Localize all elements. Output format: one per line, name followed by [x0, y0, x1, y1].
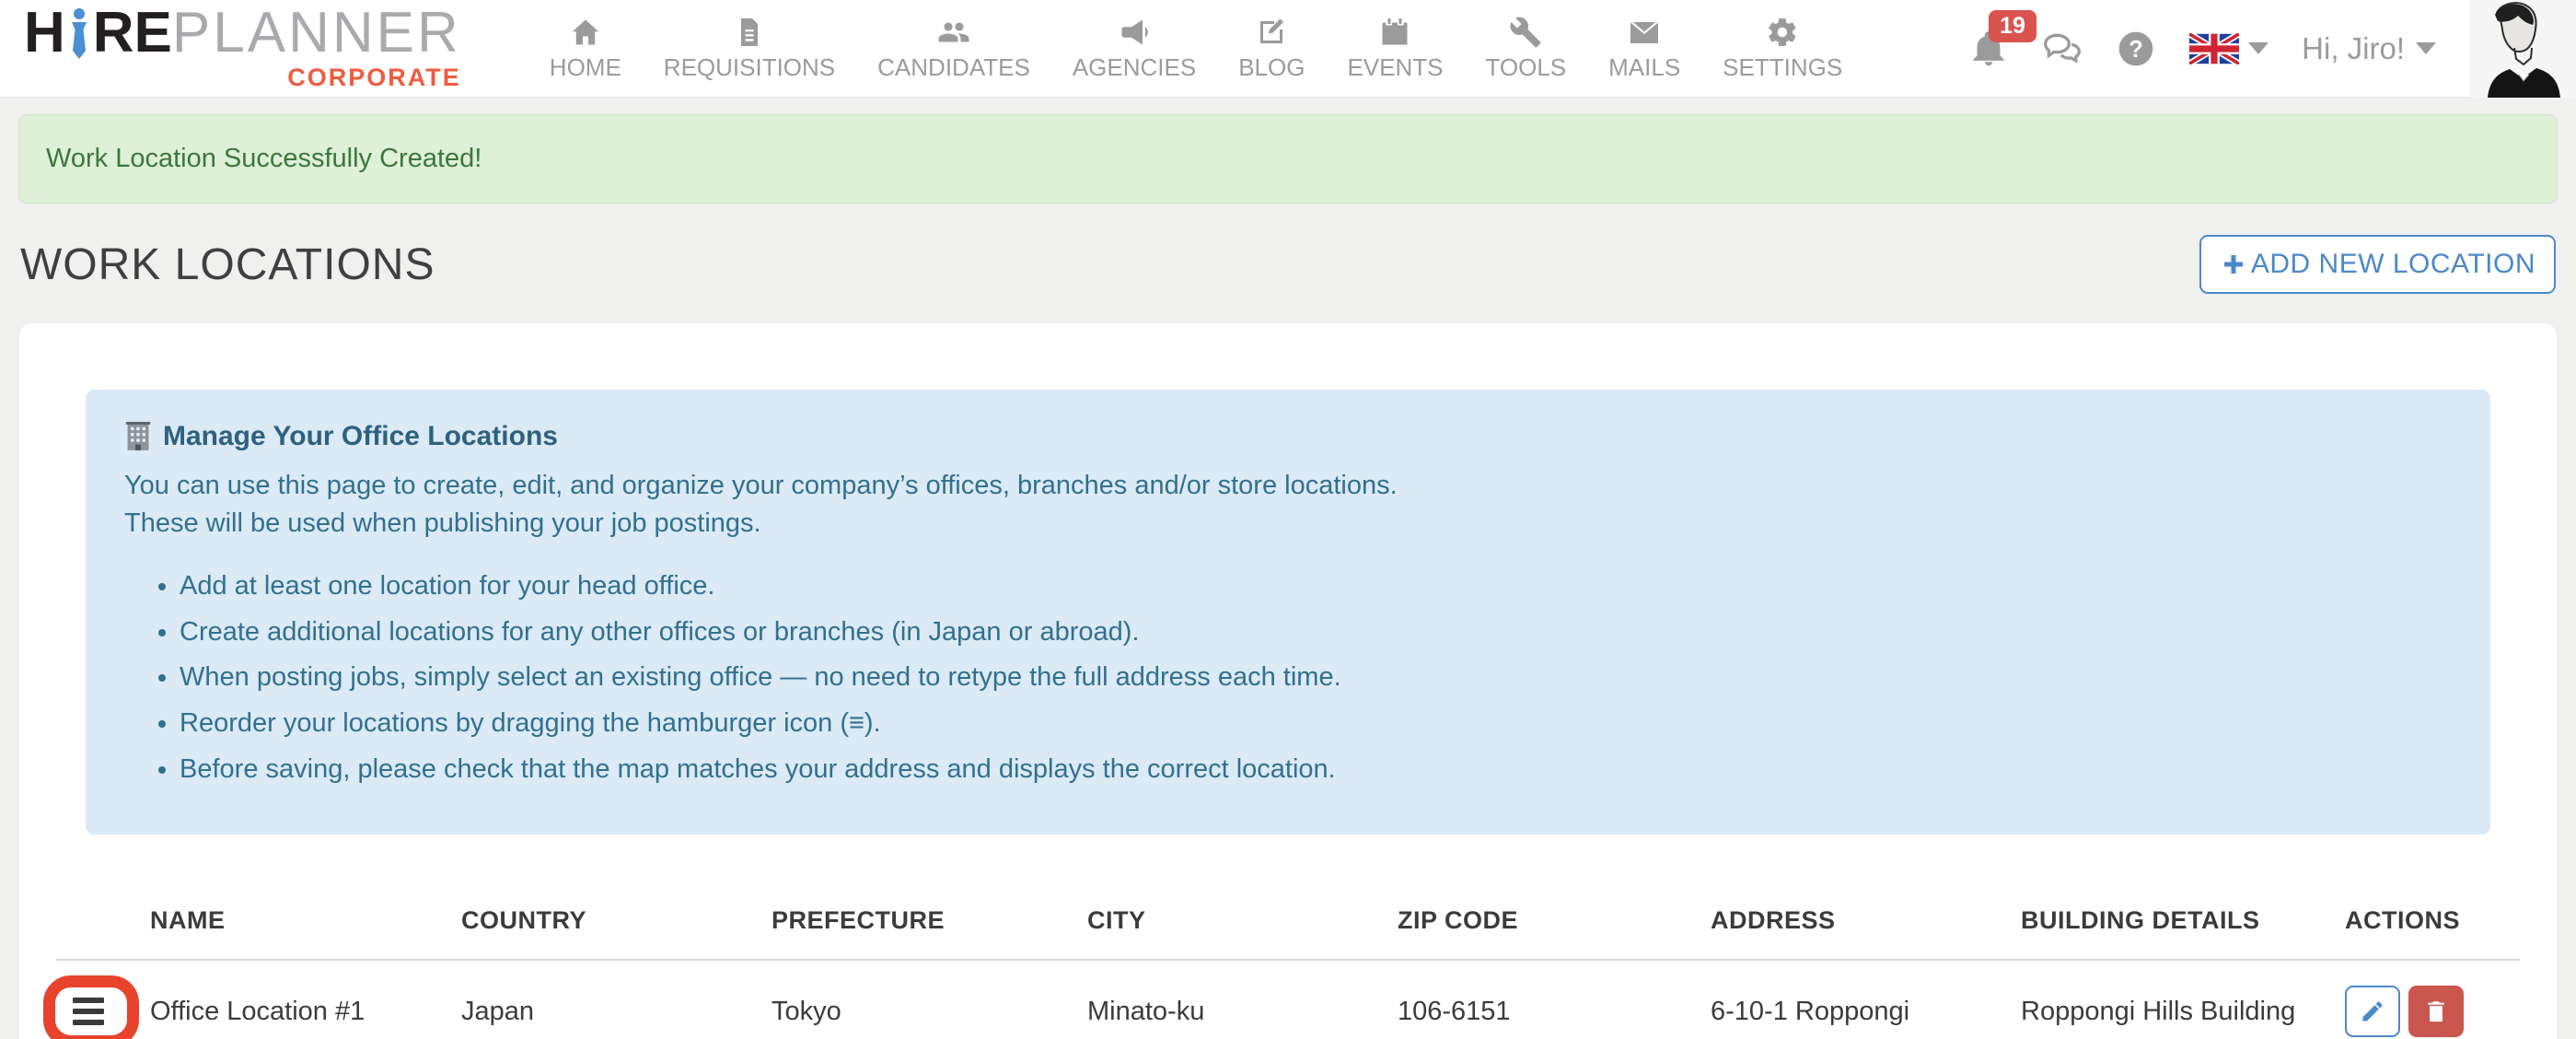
info-box-intro-line-1: You can use this page to create, edit, a…: [124, 467, 2452, 505]
trash-icon: [2423, 998, 2449, 1024]
col-header-city: CITY: [1078, 892, 1388, 960]
col-header-actions: ACTIONS: [2336, 892, 2520, 960]
info-bullet: Create additional locations for any othe…: [180, 613, 2452, 651]
hireplanner-logo[interactable]: H RE PLANNER CORPORATE: [24, 5, 461, 92]
col-header-country: COUNTRY: [452, 892, 762, 960]
messages-button[interactable]: [2042, 29, 2083, 69]
nav-item-home[interactable]: HOME: [550, 16, 621, 82]
cell-prefecture: Tokyo: [762, 960, 1078, 1039]
col-header-building: BUILDING DETAILS: [2012, 892, 2336, 960]
nav-label: AGENCIES: [1073, 53, 1196, 82]
plus-icon: [2220, 251, 2247, 278]
logo-text-h: H: [24, 5, 65, 62]
greeting-text: Hi, Jiro!: [2302, 31, 2405, 66]
cell-name: Office Location #1: [141, 960, 452, 1039]
home-icon: [569, 16, 602, 49]
info-bullet: Before saving, please check that the map…: [180, 751, 2452, 788]
pencil-square-icon: [1255, 16, 1288, 49]
info-box-intro-line-2: These will be used when publishing your …: [124, 505, 2452, 543]
nav-item-tools[interactable]: TOOLS: [1485, 16, 1566, 82]
help-button[interactable]: ?: [2116, 29, 2156, 69]
building-icon: [124, 422, 152, 451]
avatar-portrait: [2469, 0, 2576, 98]
cell-actions: [2336, 960, 2520, 1039]
uk-flag-icon: [2189, 33, 2239, 64]
nav-label: EVENTS: [1347, 53, 1443, 82]
table-header-row: NAME COUNTRY PREFECTURE CITY ZIP CODE AD…: [56, 892, 2520, 960]
col-header-drag: [56, 892, 141, 960]
page-head: WORK LOCATIONS ADD NEW LOCATION: [0, 235, 2576, 294]
top-header: H RE PLANNER CORPORATE HOME REQUISITIONS…: [0, 0, 2576, 98]
nav-label: MAILS: [1608, 53, 1680, 82]
delete-location-button[interactable]: [2408, 986, 2464, 1037]
info-bullet: When posting jobs, simply select an exis…: [180, 659, 2452, 696]
nav-label: BLOG: [1238, 53, 1305, 82]
main-nav: HOME REQUISITIONS CANDIDATES AGENCIES BL…: [550, 16, 1842, 82]
notifications-button[interactable]: 19: [1968, 29, 2009, 69]
chevron-down-icon: [2416, 42, 2436, 54]
nav-label: CANDIDATES: [877, 53, 1030, 82]
logo-tagline: CORPORATE: [287, 64, 461, 92]
logo-text-planner: PLANNER: [172, 5, 461, 62]
table-row: Office Location #1 Japan Tokyo Minato-ku…: [56, 960, 2520, 1039]
add-new-location-button[interactable]: ADD NEW LOCATION: [2199, 235, 2556, 294]
nav-item-mails[interactable]: MAILS: [1608, 16, 1680, 82]
nav-label: TOOLS: [1485, 53, 1566, 82]
col-header-prefecture: PREFECTURE: [762, 892, 1078, 960]
locations-table: NAME COUNTRY PREFECTURE CITY ZIP CODE AD…: [56, 892, 2520, 1039]
wrench-icon: [1509, 16, 1542, 49]
cell-zip: 106-6151: [1388, 960, 1701, 1039]
megaphone-icon: [1118, 16, 1151, 49]
chat-bubbles-icon: [2042, 29, 2083, 69]
logo-wordmark: H RE PLANNER: [24, 5, 461, 62]
topbar-right: 19 ? Hi, Jiro!: [1968, 0, 2576, 98]
gear-icon: [1766, 16, 1799, 49]
info-box-heading: Manage Your Office Locations: [124, 417, 2452, 456]
user-avatar[interactable]: [2469, 0, 2576, 98]
tie-icon: [67, 8, 91, 62]
work-locations-card: Manage Your Office Locations You can use…: [19, 323, 2557, 1039]
edit-location-button[interactable]: [2345, 986, 2400, 1037]
nav-item-requisitions[interactable]: REQUISITIONS: [664, 16, 835, 82]
document-icon: [733, 16, 766, 49]
nav-item-settings[interactable]: SETTINGS: [1723, 16, 1842, 82]
add-new-location-label: ADD NEW LOCATION: [2251, 249, 2535, 280]
drag-handle-icon[interactable]: [73, 998, 104, 1025]
users-icon: [937, 16, 970, 49]
nav-item-candidates[interactable]: CANDIDATES: [877, 16, 1030, 82]
nav-item-agencies[interactable]: AGENCIES: [1073, 16, 1196, 82]
drag-handle-cell: [56, 960, 141, 1039]
envelope-icon: [1628, 16, 1661, 49]
pencil-icon: [2360, 998, 2385, 1024]
nav-label: REQUISITIONS: [664, 53, 835, 82]
user-menu[interactable]: Hi, Jiro!: [2302, 31, 2436, 66]
nav-item-events[interactable]: EVENTS: [1347, 16, 1443, 82]
info-bullet: Add at least one location for your head …: [180, 567, 2452, 605]
cell-address: 6-10-1 Roppongi: [1701, 960, 2012, 1039]
col-header-name: NAME: [141, 892, 452, 960]
cell-city: Minato-ku: [1078, 960, 1388, 1039]
page-title: WORK LOCATIONS: [20, 239, 435, 290]
cell-country: Japan: [452, 960, 762, 1039]
info-box-heading-text: Manage Your Office Locations: [163, 417, 558, 456]
col-header-zip: ZIP CODE: [1388, 892, 1701, 960]
notification-count-badge: 19: [1989, 10, 2036, 42]
success-alert: Work Location Successfully Created!: [18, 114, 2558, 204]
question-circle-icon: ?: [2116, 29, 2156, 69]
nav-label: SETTINGS: [1723, 53, 1842, 82]
nav-item-blog[interactable]: BLOG: [1238, 16, 1305, 82]
nav-label: HOME: [550, 53, 621, 82]
logo-text-re: RE: [93, 5, 172, 62]
info-box: Manage Your Office Locations You can use…: [86, 390, 2490, 835]
cell-building: Roppongi Hills Building: [2012, 960, 2336, 1039]
info-box-bullet-list: Add at least one location for your head …: [180, 567, 2452, 788]
calendar-icon: [1378, 16, 1411, 49]
language-selector[interactable]: [2189, 33, 2269, 64]
success-alert-message: Work Location Successfully Created!: [46, 144, 482, 173]
svg-text:?: ?: [2129, 37, 2143, 63]
col-header-address: ADDRESS: [1701, 892, 2012, 960]
chevron-down-icon: [2248, 42, 2269, 54]
info-bullet: Reorder your locations by dragging the h…: [180, 705, 2452, 742]
